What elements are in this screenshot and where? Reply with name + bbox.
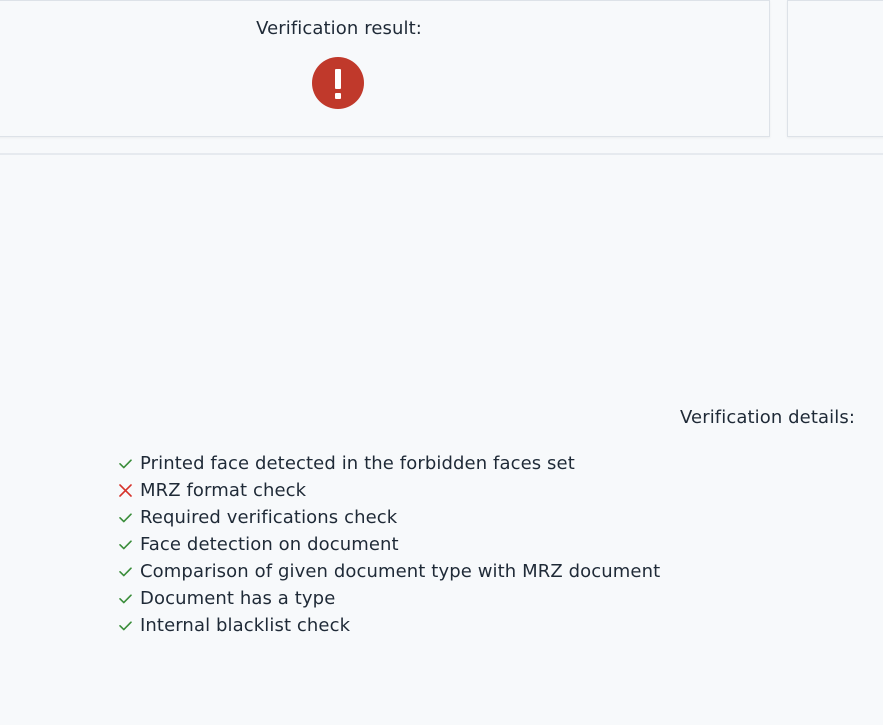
check-label: Face detection on document [140,533,399,555]
exclamation-icon [312,57,364,109]
check-item: Face detection on document [118,531,660,558]
check-label: Required verifications check [140,506,398,528]
verification-result-label: Verification result: [256,18,422,39]
cross-icon [119,484,132,497]
check-label: Internal blacklist check [140,614,351,636]
side-card [787,0,883,137]
check-label: Document has a type [140,587,336,609]
check-icon [119,513,132,523]
verification-details-label: Verification details: [680,407,855,428]
check-icon [119,540,132,550]
check-label: MRZ format check [140,479,307,501]
check-label: Comparison of given document type with M… [140,560,661,582]
check-item: Comparison of given document type with M… [118,558,660,585]
check-icon [119,459,132,469]
check-item: Printed face detected in the forbidden f… [118,450,660,477]
verification-result-card: Verification result: [0,0,770,137]
check-item: Document has a type [118,585,660,612]
verification-checks-list: Printed face detected in the forbidden f… [118,450,660,639]
check-item: Internal blacklist check [118,612,660,639]
section-divider [0,153,883,155]
check-item: Required verifications check [118,504,660,531]
check-item: MRZ format check [118,477,660,504]
check-label: Printed face detected in the forbidden f… [140,452,575,474]
check-icon [119,621,132,631]
check-icon [119,567,132,577]
check-icon [119,594,132,604]
